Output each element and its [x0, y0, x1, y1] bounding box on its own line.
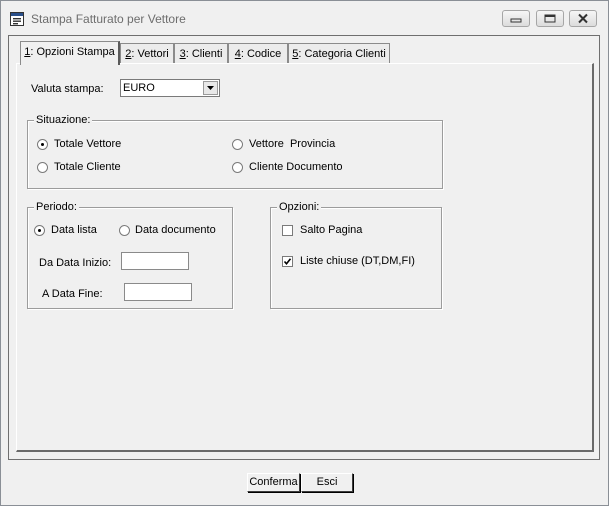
conferma-button[interactable]: Conferma	[247, 473, 300, 492]
radio-totale-vettore[interactable]	[37, 139, 48, 150]
situazione-group: Situazione:	[27, 114, 443, 189]
periodo-legend: Periodo:	[34, 201, 79, 213]
esci-button[interactable]: Esci	[301, 473, 353, 492]
situazione-legend: Situazione:	[34, 114, 93, 126]
esci-label: Esci	[316, 476, 338, 488]
da-data-inizio-input[interactable]	[121, 252, 189, 270]
tab-clienti[interactable]: 3: Clienti	[174, 43, 228, 64]
tab-label: : Categoria Clienti	[298, 48, 386, 60]
radio-cliente-documento-label[interactable]: Cliente Documento	[249, 161, 343, 173]
tab-opzioni-stampa[interactable]: 1: Opzioni Stampa	[20, 41, 120, 65]
radio-totale-cliente[interactable]	[37, 162, 48, 173]
tab-codice[interactable]: 4: Codice	[228, 43, 288, 64]
tab-vettori[interactable]: 2: Vettori	[120, 43, 174, 64]
valuta-select[interactable]: EURO	[120, 79, 220, 97]
valuta-dropdown-button[interactable]	[203, 81, 218, 95]
conferma-label: Conferma	[249, 476, 298, 488]
checkbox-salto-pagina[interactable]	[282, 225, 293, 236]
radio-cliente-documento[interactable]	[232, 162, 243, 173]
minimize-button[interactable]	[502, 10, 530, 27]
checkbox-salto-pagina-label[interactable]: Salto Pagina	[300, 224, 362, 236]
checkbox-liste-chiuse[interactable]	[282, 256, 293, 267]
minimize-icon	[510, 18, 522, 23]
title-bar[interactable]: Stampa Fatturato per Vettore	[1, 1, 608, 35]
close-icon	[578, 13, 588, 24]
radio-dot	[41, 143, 44, 146]
valuta-label: Valuta stampa:	[31, 83, 104, 95]
valuta-value: EURO	[123, 82, 155, 94]
radio-data-lista-label[interactable]: Data lista	[51, 224, 97, 236]
radio-data-documento[interactable]	[119, 225, 130, 236]
radio-vettore-provincia-label[interactable]: Vettore Provincia	[249, 138, 335, 150]
radio-vettore-provincia[interactable]	[232, 139, 243, 150]
radio-data-lista[interactable]	[34, 225, 45, 236]
window-title: Stampa Fatturato per Vettore	[31, 12, 186, 26]
a-data-fine-input[interactable]	[124, 283, 192, 301]
chevron-down-icon	[207, 86, 214, 90]
radio-data-documento-label[interactable]: Data documento	[135, 224, 216, 236]
tab-label: : Clienti	[185, 48, 223, 60]
close-button[interactable]	[569, 10, 597, 27]
tab-label: : Vettori	[131, 48, 169, 60]
tab-categoria-clienti[interactable]: 5: Categoria Clienti	[288, 43, 390, 64]
radio-dot	[38, 229, 41, 232]
app-window: Stampa Fatturato per Vettore 1: Opzioni …	[0, 0, 609, 506]
checkmark-icon	[283, 258, 292, 266]
da-data-inizio-label: Da Data Inizio:	[39, 257, 112, 269]
a-data-fine-label: A Data Fine:	[42, 288, 103, 300]
radio-totale-vettore-label[interactable]: Totale Vettore	[54, 138, 121, 150]
tab-label: : Opzioni Stampa	[30, 46, 115, 58]
checkbox-liste-chiuse-label[interactable]: Liste chiuse (DT,DM,FI)	[300, 255, 415, 267]
radio-totale-cliente-label[interactable]: Totale Cliente	[54, 161, 121, 173]
tab-label: : Codice	[240, 48, 282, 60]
opzioni-legend: Opzioni:	[277, 201, 322, 213]
restore-icon	[544, 14, 556, 23]
form-window-icon[interactable]	[10, 12, 24, 26]
restore-button[interactable]	[536, 10, 564, 27]
